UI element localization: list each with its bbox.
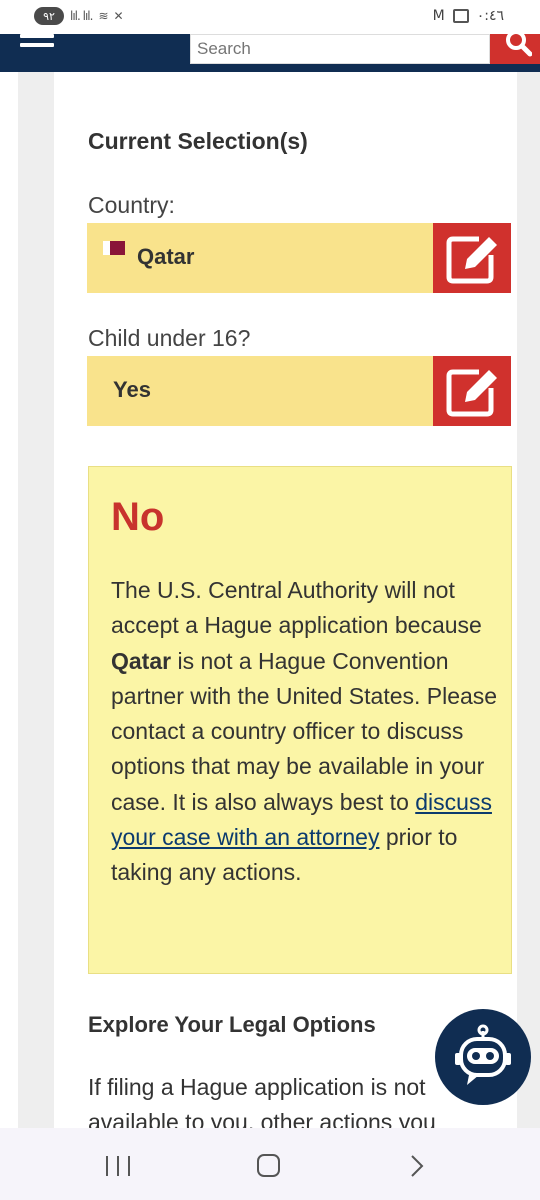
page-gutter-right	[517, 72, 540, 1128]
search-box	[190, 34, 490, 64]
edit-icon	[446, 236, 497, 284]
child-age-value: Yes	[113, 377, 151, 402]
country-value: Qatar	[137, 244, 195, 269]
chatbot-button[interactable]	[435, 1009, 531, 1105]
edit-child-age-button[interactable]	[433, 356, 511, 426]
result-country: Qatar	[111, 647, 172, 674]
section-title: Current Selection(s)	[88, 128, 308, 154]
mail-icon: M	[432, 8, 445, 24]
page-gutter-left	[18, 72, 54, 1128]
child-age-selection: Yes	[87, 356, 433, 426]
result-text: The U.S. Central Authority will not acce…	[111, 577, 498, 886]
site-header	[0, 34, 540, 72]
robot-icon	[455, 1024, 511, 1085]
edit-icon	[446, 369, 497, 417]
recent-apps-icon[interactable]	[106, 1156, 130, 1176]
search-icon	[506, 34, 532, 57]
child-age-label: Child under 16?	[88, 325, 251, 351]
status-bar: ٩٢ lıl. lıl. ≋ ✕ M ٠:٤٦	[0, 0, 540, 34]
back-chevron-icon[interactable]	[410, 1154, 424, 1178]
wifi-icon: ≋	[98, 9, 108, 23]
country-label: Country:	[88, 192, 175, 218]
system-nav-bar	[0, 1128, 540, 1200]
search-input[interactable]	[191, 35, 489, 63]
clock: ٠:٤٦	[476, 8, 504, 24]
home-icon[interactable]	[257, 1154, 280, 1177]
explore-heading: Explore Your Legal Options	[88, 1012, 376, 1037]
battery-indicator: ٩٢	[34, 7, 64, 25]
result-box: No The U.S. Central Authority will not a…	[88, 466, 512, 974]
qatar-flag-icon	[103, 241, 125, 255]
screenshot-icon	[452, 9, 469, 23]
mute-icon: ✕	[113, 9, 124, 23]
search-button[interactable]	[490, 34, 540, 64]
signal-icon: lıl. lıl.	[70, 9, 93, 23]
result-title: No	[111, 495, 165, 539]
edit-country-button[interactable]	[433, 223, 511, 293]
hamburger-icon[interactable]	[20, 34, 54, 54]
country-selection: Qatar	[87, 223, 433, 293]
